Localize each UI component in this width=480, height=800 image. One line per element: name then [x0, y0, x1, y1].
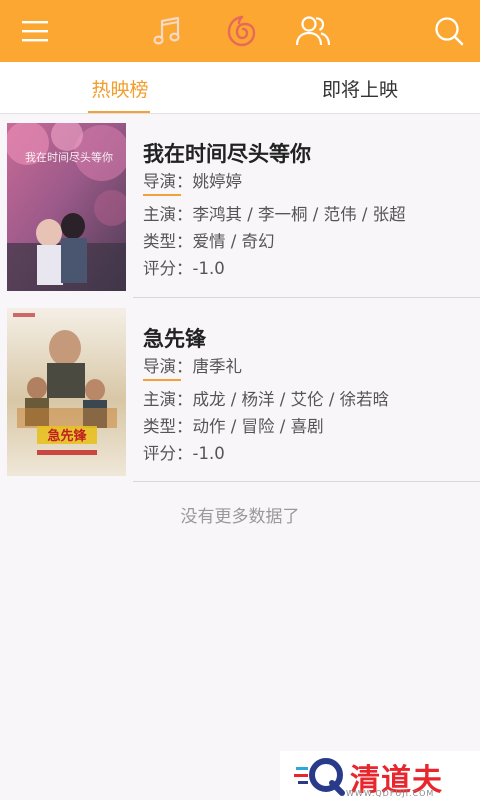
movie-title: 急先锋 [143, 327, 206, 351]
poster-title-text: 急先锋 [47, 428, 87, 444]
top-toolbar [0, 0, 480, 62]
movie-list-item[interactable]: 急先锋 急先锋 导演：唐季礼 主演：成龙 / 杨洋 / 艾伦 / 徐若晗 类型：… [0, 300, 480, 482]
watermark-url: WWW.QDFUJI.COM [346, 789, 435, 798]
movie-tab-button[interactable] [288, 0, 338, 62]
movie-cast: 主演：成龙 / 杨洋 / 艾伦 / 徐若晗 [143, 390, 390, 409]
people-icon [295, 16, 331, 46]
movie-poster[interactable]: 我在时间尽头等你 [7, 123, 126, 291]
movie-poster[interactable]: 急先锋 [7, 308, 126, 476]
poster-title-text: 我在时间尽头等你 [25, 150, 113, 164]
no-more-data-text: 没有更多数据了 [180, 507, 300, 527]
movie-genre: 类型：爱情 / 奇幻 [143, 232, 275, 251]
menu-icon [22, 21, 48, 42]
movie-score: 评分：-1.0 [143, 444, 225, 463]
movie-list-item[interactable]: 我在时间尽头等你 我在时间尽头等你 导演：姚婷婷 主演：李鸿其 / 李一桐 / … [0, 115, 480, 298]
tab-now-showing[interactable]: 热映榜 [0, 62, 240, 114]
tab-coming-soon[interactable]: 即将上映 [240, 62, 480, 114]
movie-score: 评分：-1.0 [143, 259, 225, 278]
director-underline [143, 194, 181, 196]
menu-button[interactable] [10, 0, 60, 62]
watermark: 清道夫 WWW.QDFUJI.COM [280, 751, 480, 800]
movie-genre: 类型：动作 / 冒险 / 喜剧 [143, 417, 324, 436]
movie-director: 导演：唐季礼 [143, 357, 242, 376]
divider [133, 297, 480, 298]
tab-bar: 热映榜 即将上映 [0, 62, 480, 114]
music-tab-button[interactable] [142, 0, 192, 62]
movie-director: 导演：姚婷婷 [143, 172, 242, 191]
radio-icon [227, 15, 256, 47]
active-tab-indicator [88, 111, 150, 113]
movie-cast: 主演：李鸿其 / 李一桐 / 范伟 / 张超 [143, 205, 406, 224]
search-button[interactable] [424, 0, 474, 62]
radio-tab-button[interactable] [216, 0, 266, 62]
watermark-logo-icon [294, 758, 345, 796]
search-icon [435, 17, 464, 46]
music-note-icon [153, 16, 180, 45]
director-underline [143, 379, 181, 381]
movie-title: 我在时间尽头等你 [143, 142, 311, 166]
divider [133, 481, 480, 482]
